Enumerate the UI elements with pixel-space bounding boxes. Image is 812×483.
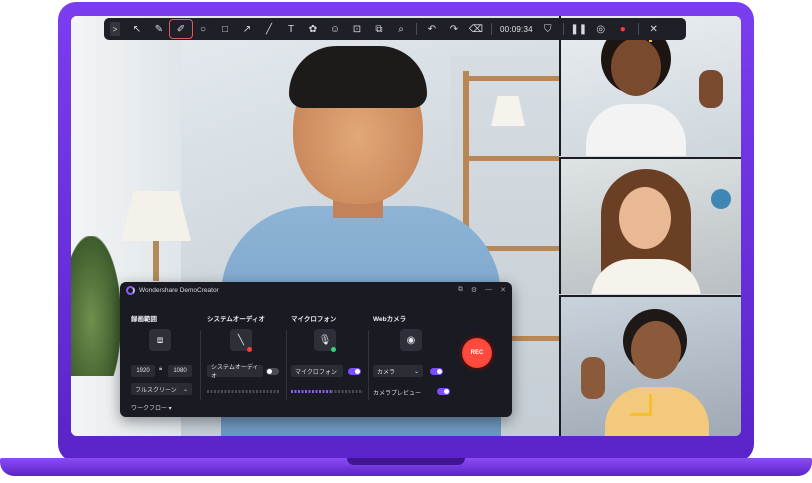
participant-face [619, 187, 671, 249]
microphone-level-meter-active [291, 390, 331, 393]
pen-icon[interactable]: ✎ [148, 20, 170, 38]
screen-area-icon[interactable]: ⧈ [149, 329, 171, 351]
collapse-toolbar-button[interactable]: > [110, 22, 120, 36]
close-icon[interactable]: ✕ [500, 286, 506, 294]
democreator-logo-icon [126, 285, 135, 295]
recorder-panel: Wondershare DemoCreator ⧉ ⚙ — ✕ 録画範囲 ⧈ 1… [120, 282, 512, 417]
section-divider [368, 330, 369, 400]
system-audio-toggle[interactable] [266, 368, 279, 375]
panel-title: Wondershare DemoCreator [139, 286, 219, 294]
presenter-hair [289, 46, 427, 108]
capture-corner-marker [630, 394, 652, 416]
section-divider [200, 330, 201, 400]
participant-tile-2[interactable] [559, 157, 741, 294]
screenshot-icon[interactable]: ⧉ [368, 20, 390, 38]
pause-icon[interactable]: ❚❚ [568, 20, 590, 38]
undo-icon[interactable]: ↶ [421, 20, 443, 38]
chevron-down-icon: ⌄ [182, 386, 188, 393]
chevron-down-icon: ⌄ [413, 368, 419, 375]
clear-icon[interactable]: ⌫ [465, 20, 487, 38]
toolbar-divider [416, 23, 417, 35]
edit-icon[interactable]: ⧉ [458, 286, 463, 294]
system-audio-level-meter [207, 390, 279, 393]
microphone-select[interactable]: マイクロフォン [291, 365, 343, 377]
webcam-icon[interactable]: ◉ [400, 329, 422, 351]
participant-face [611, 38, 661, 96]
microphone-value: マイクロフォン [295, 369, 337, 376]
zoom-icon[interactable]: ⌕ [390, 20, 412, 38]
system-audio-value: システムオーディオ [211, 365, 259, 380]
camera-preview-toggle[interactable] [437, 388, 450, 395]
spotlight-icon[interactable]: ⊡ [346, 20, 368, 38]
shield-icon[interactable]: ⛉ [537, 20, 559, 38]
system-audio-select[interactable]: システムオーディオ [207, 365, 263, 380]
toolbar-divider [491, 23, 492, 35]
target-icon[interactable]: ◎ [590, 20, 612, 38]
globe-decoration [711, 189, 731, 209]
participant-face [631, 321, 681, 379]
rec-button[interactable]: REC [462, 338, 492, 368]
screen-section-label: 録画範囲 [131, 316, 157, 323]
recording-timer: 00:09:34 [500, 24, 533, 34]
camera-toggle[interactable] [430, 368, 443, 375]
gear-icon[interactable]: ⚙ [471, 286, 477, 294]
effects-icon[interactable]: ✿ [302, 20, 324, 38]
participant-body [586, 104, 686, 156]
record-icon[interactable]: ● [612, 20, 634, 38]
system-audio-section-label: システムオーディオ [207, 316, 265, 323]
circle-icon[interactable]: ○ [192, 20, 214, 38]
background-plant [71, 236, 121, 376]
rectangle-icon[interactable]: □ [214, 20, 236, 38]
shelf-board [463, 156, 559, 161]
text-icon[interactable]: T [280, 20, 302, 38]
width-input[interactable]: 1920 [131, 365, 155, 377]
camera-select[interactable]: カメラ ⌄ [373, 365, 423, 377]
annotation-toolbar: > ↖ ✎ ✐ ○ □ ↗ ╱ T ✿ ☺ ⊡ ⧉ ⌕ ↶ ↷ ⌫ 00:09:… [104, 18, 686, 40]
line-icon[interactable]: ╱ [258, 20, 280, 38]
sticker-icon[interactable]: ☺ [324, 20, 346, 38]
screen-mode-value: フルスクリーン [135, 387, 177, 394]
participant-body [605, 387, 709, 436]
camera-value: カメラ [377, 369, 396, 376]
lamp-stand [153, 241, 159, 281]
webcam-section-label: Webカメラ [373, 316, 407, 323]
panel-header-icons: ⧉ ⚙ — ✕ [458, 286, 506, 294]
camera-preview-label: カメラプレビュー [373, 391, 422, 397]
lock-icon[interactable]: 🔒︎ [159, 366, 162, 373]
minimize-icon[interactable]: — [485, 286, 492, 294]
close-icon[interactable]: ✕ [643, 20, 665, 38]
laptop-notch [347, 458, 465, 465]
active-badge [331, 347, 336, 352]
shelf-board [463, 76, 559, 81]
screen-mode-select[interactable]: フルスクリーン ⌄ [131, 383, 192, 395]
toolbar-divider [637, 23, 639, 35]
arrow-icon[interactable]: ↗ [236, 20, 258, 38]
highlighter-icon[interactable]: ✐ [169, 19, 193, 39]
height-input[interactable]: 1080 [168, 365, 192, 377]
microphone-toggle[interactable] [348, 368, 361, 375]
redo-icon[interactable]: ↷ [443, 20, 465, 38]
participant-hand [581, 357, 605, 399]
muted-badge [247, 347, 252, 352]
microphone-level-meter [331, 390, 363, 393]
toolbar-divider [562, 23, 564, 35]
promo-stage: > ↖ ✎ ✐ ○ □ ↗ ╱ T ✿ ☺ ⊡ ⧉ ⌕ ↶ ↷ ⌫ 00:09:… [0, 0, 812, 483]
panel-header: Wondershare DemoCreator ⧉ ⚙ — ✕ [120, 282, 512, 298]
participant-hand [699, 70, 723, 108]
cursor-icon[interactable]: ↖ [126, 20, 148, 38]
workflow-dropdown[interactable]: ワークフロー ▾ [131, 403, 172, 412]
section-divider [286, 330, 287, 400]
microphone-section-label: マイクロフォン [291, 316, 337, 323]
